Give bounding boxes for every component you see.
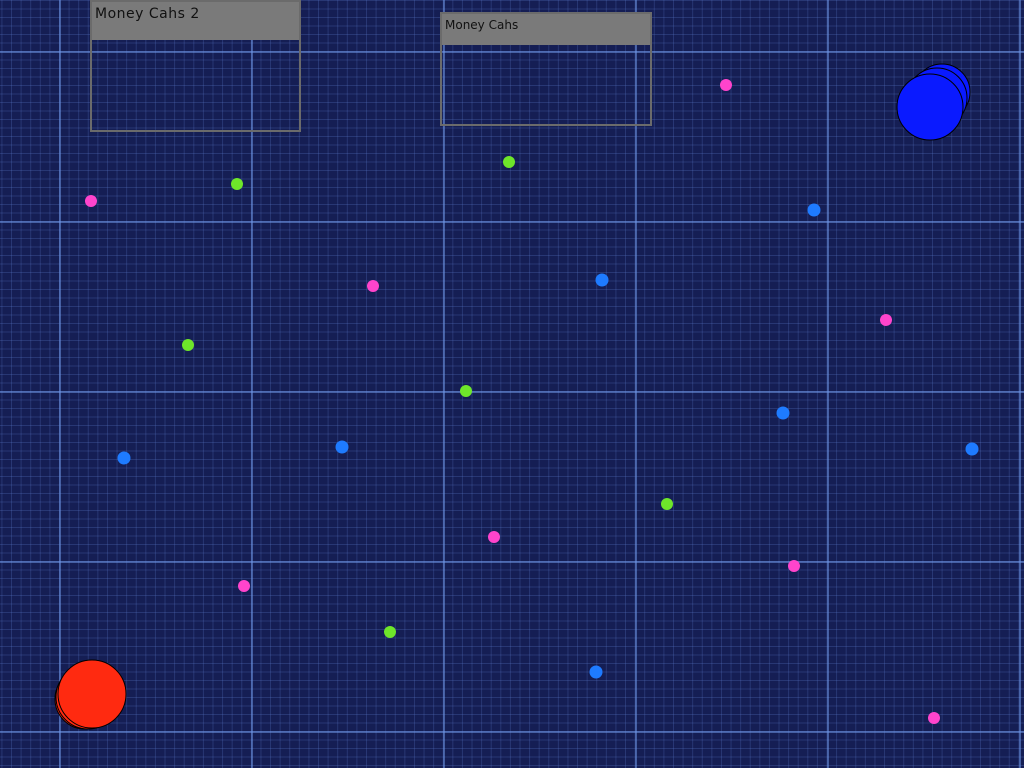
green-coin	[231, 178, 243, 190]
green-coin	[460, 385, 472, 397]
pink-coin	[367, 280, 379, 292]
world-layer	[54, 63, 979, 730]
pink-coin	[488, 531, 500, 543]
blue-coin	[595, 273, 609, 287]
pink-coin	[238, 580, 250, 592]
blue-coin	[335, 440, 349, 454]
green-coin	[182, 339, 194, 351]
green-coin	[384, 626, 396, 638]
blue-coin	[117, 451, 131, 465]
green-coin	[661, 498, 673, 510]
blue-coin	[589, 665, 603, 679]
pink-coin	[85, 195, 97, 207]
blue-coin	[807, 203, 821, 217]
blue-player	[896, 63, 971, 141]
game-field[interactable]: Money Cahs 2 Money Cahs	[0, 0, 1024, 768]
blue-coin	[965, 442, 979, 456]
green-coin	[503, 156, 515, 168]
pink-coin	[720, 79, 732, 91]
pink-coin	[928, 712, 940, 724]
blue-coin	[776, 406, 790, 420]
pink-coin	[788, 560, 800, 572]
red-player	[54, 659, 127, 730]
pink-coin	[880, 314, 892, 326]
